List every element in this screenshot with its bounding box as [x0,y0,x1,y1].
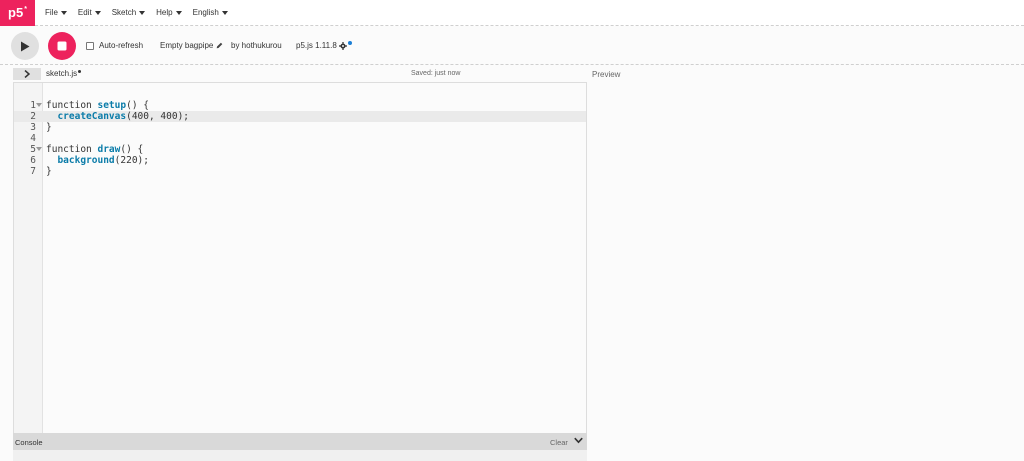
chevron-down-icon [139,10,146,15]
p5-version[interactable]: p5.js 1.11.8 [296,40,352,50]
line-number: 2 [30,111,36,122]
play-button[interactable] [11,32,39,60]
sketch-name-text: Empty bagpipe [160,41,214,50]
line-number: 6 [30,155,36,166]
chevron-down-icon[interactable] [574,437,583,444]
saved-status: Saved: just now [411,70,461,77]
fold-arrow-icon[interactable] [36,147,42,151]
version-text: p5.js 1.11.8 [296,41,337,50]
menu-edit[interactable]: Edit [78,8,101,17]
console-clear-button[interactable]: Clear [550,438,568,447]
autorefresh-toggle[interactable]: Auto-refresh [86,41,143,50]
chevron-down-icon [175,10,182,15]
console-output [13,450,587,461]
file-tab-sketch[interactable]: sketch.js [46,69,82,78]
code-text: function draw() { [46,144,144,155]
gear-icon[interactable] [338,41,347,50]
menu-edit-label: Edit [77,8,92,17]
stop-button[interactable] [48,32,76,60]
toolbar: Auto-refresh Empty bagpipe by hothukurou… [0,27,1024,65]
code-line[interactable]: 3 } [14,122,586,133]
code-function-name: setup [97,100,127,111]
code-function-name: createCanvas [57,111,127,122]
code-line-active[interactable]: 2 createCanvas(400, 400); [14,111,586,122]
menu-sketch-label: Sketch [111,8,137,17]
menu-file[interactable]: File [45,8,67,17]
line-number: 7 [30,166,36,177]
top-navbar: p5 * File Edit Sketch Help English [0,0,1024,26]
code-line[interactable]: 6 background(220); [14,155,586,166]
line-number: 4 [30,133,36,144]
chevron-right-icon [24,70,30,78]
preview-label: Preview [592,70,621,79]
code-text: } [46,166,52,177]
autorefresh-checkbox[interactable] [86,41,94,50]
chevron-down-icon [60,10,67,15]
line-number: 5 [30,144,36,155]
code-function-name: background [57,155,115,166]
sketch-name[interactable]: Empty bagpipe [160,41,223,50]
play-icon [21,41,30,51]
code-line[interactable]: 7 } [14,166,586,177]
logo-text: p5 [8,5,24,20]
preview-pane [588,82,1024,461]
code-text: createCanvas(400, 400); [57,111,190,122]
unsaved-dot [78,70,82,73]
line-number: 1 [30,100,36,111]
console-header: Console Clear [13,433,587,450]
code-text: } [46,122,52,133]
code-line[interactable]: 4 [14,133,586,144]
pencil-icon[interactable] [216,42,223,49]
menu-language[interactable]: English [193,8,228,17]
update-dot [347,40,352,45]
main-menu: File Edit Sketch Help English [40,8,234,17]
code-function-name: draw [97,144,121,155]
code-line[interactable]: 1 function setup() { [14,100,586,111]
chevron-down-icon [221,10,228,15]
sketch-author[interactable]: by hothukurou [231,41,282,50]
menu-sketch[interactable]: Sketch [111,8,146,17]
file-tab-label: sketch.js [46,69,78,78]
console-label: Console [15,438,43,447]
p5-logo[interactable]: p5 * [0,0,35,26]
menu-help-label: Help [156,8,173,17]
code-line[interactable]: 5 function draw() { [14,144,586,155]
line-number: 3 [30,122,36,133]
menu-help[interactable]: Help [156,8,182,17]
chevron-down-icon [94,10,101,15]
code-text: function setup() { [46,100,149,111]
code-editor[interactable]: 1 function setup() { 2 createCanvas(400,… [13,82,587,433]
menu-file-label: File [45,8,58,17]
sidebar-toggle-button[interactable] [13,68,41,80]
code-text: background(220); [57,155,149,166]
fold-arrow-icon[interactable] [36,103,42,107]
autorefresh-label: Auto-refresh [99,41,144,50]
stop-icon [57,41,67,51]
menu-language-label: English [192,8,219,17]
logo-asterisk: * [24,6,27,13]
